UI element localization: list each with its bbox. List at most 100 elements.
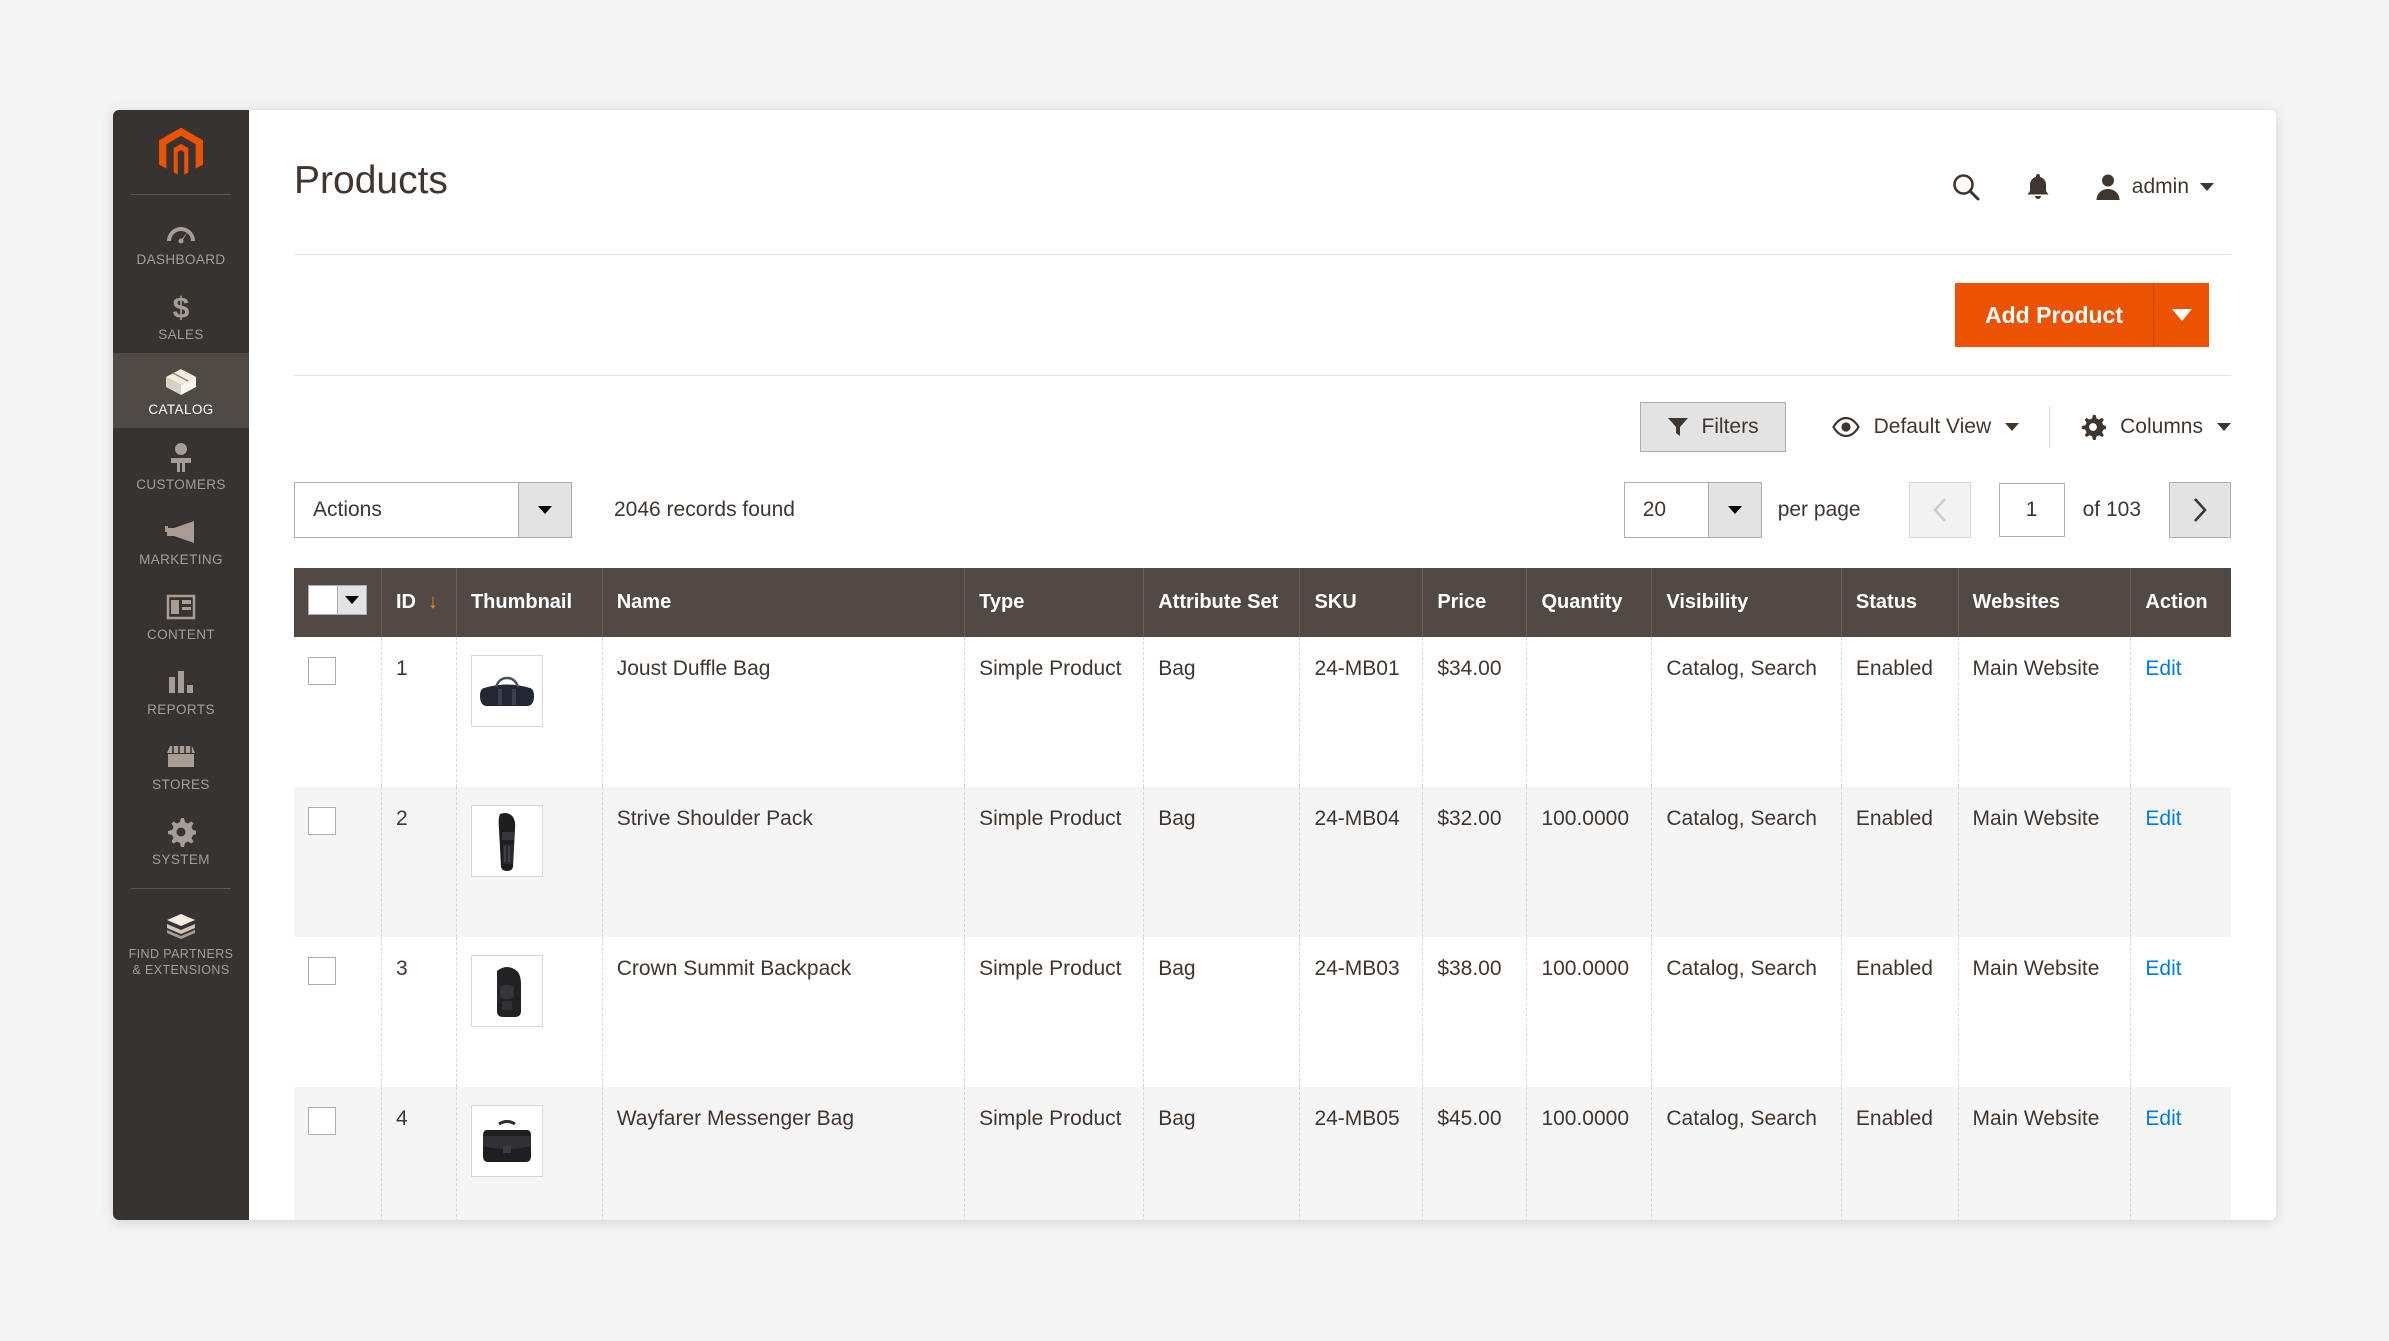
sidebar-item-system[interactable]: SYSTEM (113, 803, 249, 878)
table-row[interactable]: 1 Joust Duffle Bag Simple Product Bag 24… (294, 637, 2231, 787)
sidebar-item-catalog[interactable]: CATALOG (113, 353, 249, 428)
column-header-websites[interactable]: Websites (1958, 568, 2132, 637)
grid-toolbar: Filters Default View Columns (294, 402, 2231, 452)
table-header: ID ↓ Thumbnail Name Type Attribute Set SK… (294, 568, 2231, 637)
sidebar-item-find-partners-extensions[interactable]: FIND PARTNERS & EXTENSIONS (113, 897, 249, 989)
select-all-header[interactable] (294, 568, 382, 637)
column-header-quantity[interactable]: Quantity (1526, 568, 1653, 637)
edit-link[interactable]: Edit (2145, 957, 2181, 980)
table-row[interactable]: 2 Strive Shoulder Pack Simple Product Ba… (294, 787, 2231, 937)
sidebar-item-marketing[interactable]: MARKETING (113, 503, 249, 578)
column-header-sku[interactable]: SKU (1299, 568, 1424, 637)
sidebar-item-stores[interactable]: STORES (113, 728, 249, 803)
cell-status: Enabled (1841, 1087, 1959, 1220)
cell-quantity: 100.0000 (1526, 1087, 1653, 1220)
column-header-type[interactable]: Type (964, 568, 1145, 637)
row-select-cell[interactable] (294, 937, 382, 1087)
row-checkbox[interactable] (308, 807, 336, 835)
cell-name: Wayfarer Messenger Bag (602, 1087, 966, 1220)
column-header-status[interactable]: Status (1841, 568, 1959, 637)
backpack-image (496, 967, 521, 1017)
admin-user-menu[interactable]: admin (2095, 173, 2214, 201)
per-page-label: per page (1777, 498, 1861, 521)
actions-select[interactable]: Actions (294, 482, 572, 538)
per-page-select[interactable]: 20 (1623, 482, 1762, 538)
sidebar-item-label: CATALOG (148, 402, 214, 417)
current-page-input[interactable] (1998, 483, 2065, 537)
column-header-id[interactable]: ID ↓ (381, 568, 457, 637)
cell-status: Enabled (1841, 637, 1959, 787)
global-search-button[interactable] (1951, 172, 1981, 202)
column-header-price[interactable]: Price (1422, 568, 1528, 637)
cell-type: Simple Product (964, 937, 1145, 1087)
sidebar-divider-top (131, 194, 231, 195)
row-select-cell[interactable] (294, 637, 382, 787)
table-row[interactable]: 4 Wayfarer Messenger Bag Simple Product … (294, 1087, 2231, 1220)
sidebar-item-content[interactable]: CONTENT (113, 578, 249, 653)
cell-id: 1 (381, 637, 457, 787)
cell-type: Simple Product (964, 637, 1145, 787)
previous-page-button[interactable] (1908, 482, 1971, 538)
select-all-checkbox[interactable] (309, 586, 337, 614)
column-header-attribute-set[interactable]: Attribute Set (1143, 568, 1301, 637)
funnel-icon (1668, 418, 1689, 436)
chevron-down-icon (2200, 183, 2214, 191)
shoulder-pack-thumbnail (470, 805, 543, 877)
cell-status: Enabled (1841, 937, 1959, 1087)
add-product-button[interactable]: Add Product (1955, 283, 2153, 347)
chevron-down-icon (518, 483, 571, 537)
cell-thumbnail (456, 937, 603, 1087)
backpack-thumbnail (470, 955, 543, 1027)
cell-name: Strive Shoulder Pack (602, 787, 966, 937)
cell-websites: Main Website (1958, 1087, 2132, 1220)
row-checkbox[interactable] (308, 657, 336, 685)
next-page-button[interactable] (2169, 482, 2231, 538)
row-checkbox[interactable] (308, 957, 336, 985)
page-actions-bar: Add Product (294, 254, 2231, 376)
column-header-thumbnail[interactable]: Thumbnail (456, 568, 603, 637)
grid-pager-row: Actions 2046 records found 20 per page 1… (294, 482, 2231, 538)
filters-button[interactable]: Filters (1640, 402, 1786, 452)
page-header: Products admin (249, 110, 2276, 204)
edit-link[interactable]: Edit (2145, 657, 2181, 680)
person-icon (117, 440, 245, 474)
edit-link[interactable]: Edit (2145, 1107, 2181, 1130)
eye-icon (1831, 417, 1860, 437)
magento-logo[interactable] (113, 110, 249, 194)
sidebar-item-label-line2: & EXTENSIONS (132, 963, 230, 977)
column-header-action[interactable]: Action (2130, 568, 2231, 637)
sidebar-item-label: DASHBOARD (136, 252, 226, 267)
cell-price: $38.00 (1422, 937, 1528, 1087)
edit-link[interactable]: Edit (2145, 807, 2181, 830)
per-page-value: 20 (1642, 498, 1667, 521)
cell-visibility: Catalog, Search (1651, 1087, 1842, 1220)
chevron-down-icon[interactable] (337, 586, 366, 614)
magento-logo-icon (159, 127, 203, 175)
row-checkbox[interactable] (308, 1107, 336, 1135)
row-select-cell[interactable] (294, 1087, 382, 1220)
column-header-name[interactable]: Name (602, 568, 966, 637)
default-view-selector[interactable]: Default View (1831, 415, 2020, 439)
gear-icon (2081, 414, 2107, 440)
sidebar-item-dashboard[interactable]: DASHBOARD (113, 203, 249, 278)
pagination-group: 20 per page of 103 (1623, 482, 2231, 538)
columns-selector[interactable]: Columns (2080, 414, 2231, 440)
notifications-button[interactable] (2025, 172, 2051, 202)
sidebar-item-customers[interactable]: CUSTOMERS (113, 428, 249, 503)
layout-icon (117, 590, 245, 624)
cell-id: 4 (381, 1087, 457, 1220)
table-row[interactable]: 3 Crown Summit Backpack Simple Product B… (294, 937, 2231, 1087)
select-all-checkbox-dropdown[interactable] (308, 585, 367, 615)
add-product-dropdown-toggle[interactable] (2153, 283, 2209, 347)
duffle-bag-image (479, 676, 534, 706)
products-grid: ID ↓ Thumbnail Name Type Attribute Set SK… (294, 568, 2231, 1220)
column-header-visibility[interactable]: Visibility (1651, 568, 1842, 637)
sidebar-item-label: CUSTOMERS (136, 477, 226, 492)
row-select-cell[interactable] (294, 787, 382, 937)
sidebar-item-reports[interactable]: REPORTS (113, 653, 249, 728)
sidebar-item-label-line1: FIND PARTNERS (128, 947, 234, 961)
messenger-bag-thumbnail (470, 1105, 543, 1177)
svg-text:$: $ (173, 292, 190, 323)
box-icon (117, 365, 245, 399)
sidebar-item-sales[interactable]: $ SALES (113, 278, 249, 353)
